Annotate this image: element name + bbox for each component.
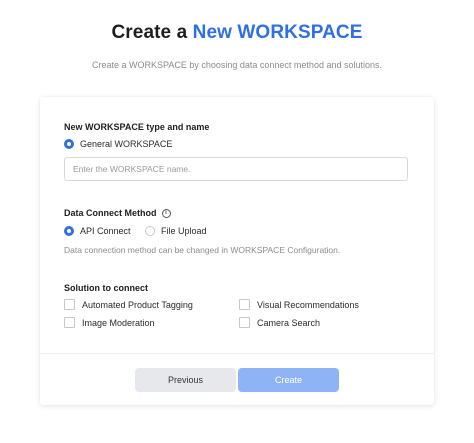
- workspace-type-option-general[interactable]: General WORKSPACE: [64, 139, 172, 149]
- page-title: Create a New WORKSPACE: [0, 22, 474, 44]
- data-connect-hint: Data connection method can be changed in…: [64, 245, 341, 255]
- page-title-prefix: Create a: [111, 22, 193, 43]
- footer-divider: [40, 353, 434, 354]
- page-title-accent: New WORKSPACE: [192, 22, 363, 43]
- solutions-label: Solution to connect: [64, 283, 148, 293]
- radio-checked-icon[interactable]: [64, 226, 74, 236]
- solution-automated-product-tagging[interactable]: Automated Product Tagging: [64, 299, 193, 310]
- workspace-form-card: New WORKSPACE type and name General WORK…: [40, 97, 434, 405]
- checkbox-icon[interactable]: [239, 317, 250, 328]
- workspace-name-placeholder: Enter the WORKSPACE name.: [73, 164, 191, 174]
- checkbox-icon[interactable]: [239, 299, 250, 310]
- data-connect-option-api-label: API Connect: [80, 226, 131, 236]
- data-connect-label: Data Connect Method i: [64, 208, 171, 218]
- checkbox-icon[interactable]: [64, 317, 75, 328]
- workspace-type-label: New WORKSPACE type and name: [64, 122, 210, 132]
- solution-image-moderation[interactable]: Image Moderation: [64, 317, 155, 328]
- solution-label: Visual Recommendations: [257, 299, 359, 310]
- checkbox-icon[interactable]: [64, 299, 75, 310]
- data-connect-label-text: Data Connect Method: [64, 208, 157, 218]
- solution-camera-search[interactable]: Camera Search: [239, 317, 320, 328]
- workspace-name-input[interactable]: Enter the WORKSPACE name.: [64, 157, 408, 181]
- data-connect-option-api[interactable]: API Connect: [64, 226, 131, 236]
- page-subtitle: Create a WORKSPACE by choosing data conn…: [92, 60, 382, 70]
- data-connect-option-file[interactable]: File Upload: [145, 226, 207, 236]
- solution-label: Image Moderation: [82, 317, 155, 328]
- radio-unchecked-icon[interactable]: [145, 226, 155, 236]
- solution-label: Automated Product Tagging: [82, 299, 193, 310]
- solution-visual-recommendations[interactable]: Visual Recommendations: [239, 299, 359, 310]
- data-connect-option-file-label: File Upload: [161, 226, 207, 236]
- workspace-type-option-label: General WORKSPACE: [80, 139, 173, 149]
- solution-label: Camera Search: [257, 317, 321, 328]
- radio-checked-icon[interactable]: [64, 139, 74, 149]
- create-button[interactable]: Create: [238, 368, 339, 392]
- previous-button[interactable]: Previous: [135, 368, 236, 392]
- info-icon[interactable]: i: [161, 208, 171, 218]
